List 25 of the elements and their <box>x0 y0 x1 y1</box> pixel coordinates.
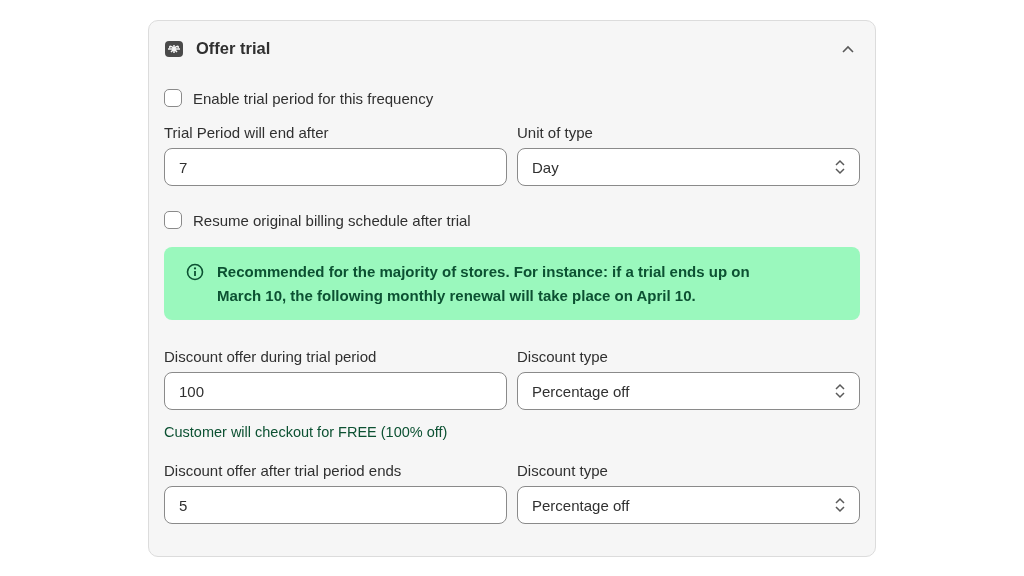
chevron-icon[interactable] <box>842 44 854 53</box>
checkbox[interactable] <box>164 89 182 107</box>
card-title: Offer trial <box>196 39 272 58</box>
info-icon <box>186 263 204 281</box>
field-label: Discount offer after trial period ends <box>164 462 403 479</box>
select-field[interactable]: Percentage off <box>517 372 860 410</box>
banner-text: Recommended for the majority of stores. For instance: if a trial ends up on March 10, the following monthly renewal will take place on April 10. <box>217 262 751 306</box>
gift-icon <box>164 39 184 58</box>
help-text: Customer will checkout for FREE (100% off) <box>164 424 449 440</box>
field-label: Trial Period will end after <box>164 124 330 141</box>
checkbox[interactable] <box>164 211 182 229</box>
select-field[interactable]: Percentage off <box>517 486 860 524</box>
checkbox-label: Resume original billing schedule after trial <box>193 211 471 229</box>
input-field[interactable]: 5 <box>164 486 507 524</box>
field-label: Discount type <box>517 348 609 365</box>
input-field[interactable]: 7 <box>164 148 507 186</box>
updown-icon <box>835 159 845 175</box>
updown-icon <box>835 497 845 513</box>
field-label: Discount offer during trial period <box>164 348 378 365</box>
updown-icon <box>835 383 845 399</box>
select-field[interactable]: Day <box>517 148 860 186</box>
checkbox-label: Enable trial period for this frequency <box>193 89 434 107</box>
field-label: Discount type <box>517 462 609 479</box>
input-field[interactable]: 100 <box>164 372 507 410</box>
field-label: Unit of type <box>517 124 594 141</box>
